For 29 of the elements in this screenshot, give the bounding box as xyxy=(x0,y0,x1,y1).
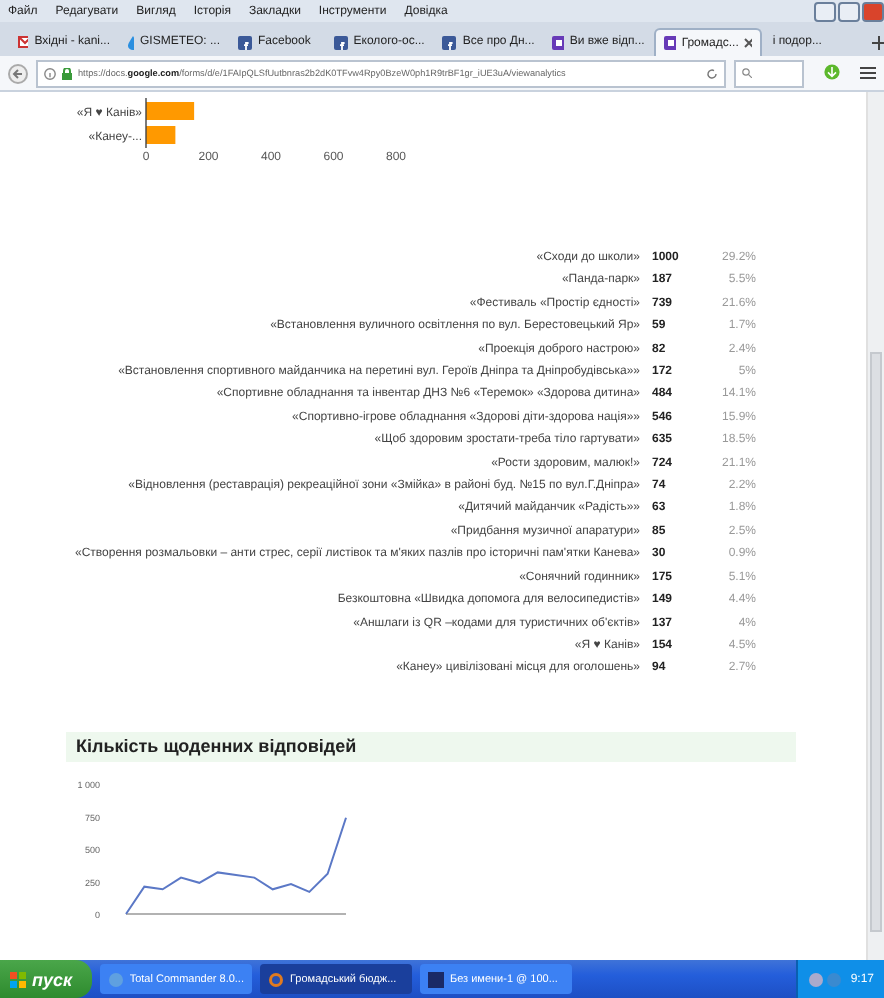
envelope-icon xyxy=(18,36,29,48)
square-icon xyxy=(428,971,444,987)
bar xyxy=(146,102,195,120)
add-icon[interactable] xyxy=(872,36,884,50)
disk-icon xyxy=(108,971,124,987)
reload-icon[interactable] xyxy=(706,67,718,79)
close-icon[interactable] xyxy=(744,38,753,48)
search-icon xyxy=(742,68,752,78)
menu-icon[interactable] xyxy=(860,66,876,80)
close-button[interactable] xyxy=(862,1,884,21)
scrollbar[interactable] xyxy=(866,92,884,960)
info-icon xyxy=(44,67,56,79)
bar xyxy=(146,126,176,144)
maximize-button[interactable] xyxy=(838,1,860,21)
globe-icon xyxy=(268,971,284,987)
square-icon xyxy=(333,35,348,49)
back-icon[interactable] xyxy=(8,63,28,83)
section-header: Кількість щоденних відповідей xyxy=(66,731,796,762)
minimize-button[interactable] xyxy=(814,1,836,21)
search-field[interactable] xyxy=(734,59,804,87)
windows-flag-icon xyxy=(10,971,26,987)
start-button[interactable]: пуск xyxy=(0,960,92,998)
lock-icon xyxy=(62,67,72,79)
drop-icon xyxy=(128,35,134,49)
download-icon[interactable] xyxy=(824,64,840,82)
form-icon xyxy=(552,35,564,49)
form-icon xyxy=(664,36,676,50)
square-icon xyxy=(442,35,457,49)
square-icon xyxy=(238,35,252,49)
